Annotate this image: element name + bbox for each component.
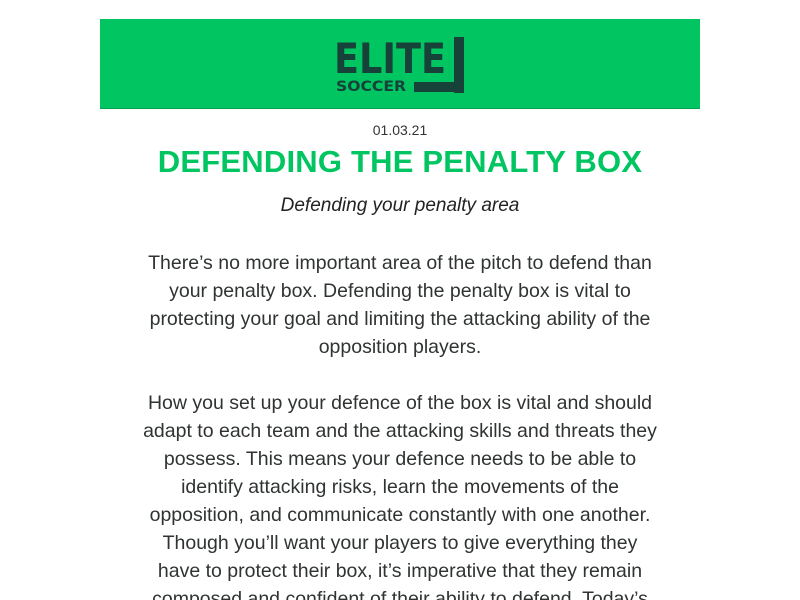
header-banner: ELITE SOCCER bbox=[100, 19, 700, 109]
article-body: There’s no more important area of the pi… bbox=[100, 249, 700, 600]
article-date: 01.03.21 bbox=[372, 122, 428, 138]
email-container: ELITE SOCCER 01.03.21 DEFENDING THE PENA… bbox=[100, 0, 700, 600]
article-paragraph: How you set up your defence of the box i… bbox=[143, 392, 657, 600]
logo-bracket-horizontal bbox=[414, 82, 464, 92]
logo-word-soccer: SOCCER bbox=[336, 79, 406, 93]
elite-soccer-logo[interactable]: ELITE SOCCER bbox=[334, 35, 466, 93]
article-paragraph: There’s no more important area of the pi… bbox=[148, 252, 652, 358]
article-title: DEFENDING THE PENALTY BOX bbox=[157, 144, 643, 179]
article-subtitle: Defending your penalty area bbox=[280, 195, 520, 216]
logo-word-elite: ELITE bbox=[334, 35, 446, 83]
